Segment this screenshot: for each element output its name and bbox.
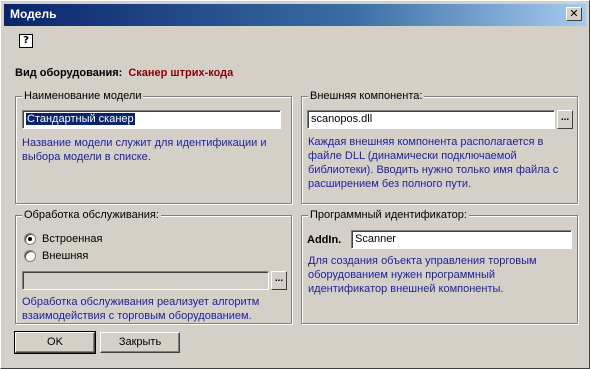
program-id-hint: Для создания объекта управления торговым… — [308, 255, 537, 295]
program-id-input[interactable]: Scanner — [351, 230, 572, 249]
external-component-input[interactable]: scanopos.dll — [307, 110, 555, 129]
program-id-legend: Программный идентификатор: — [308, 209, 469, 221]
radio-builtin-label: Встроенная — [42, 233, 103, 245]
processing-group: Обработка обслуживания: Встроенная Внешн… — [15, 209, 292, 324]
processing-hint: Обработка обслуживания реализует алгорит… — [22, 296, 260, 322]
model-name-input[interactable]: Стандартный сканер — [22, 110, 281, 129]
title-bar[interactable]: Модель ✕ — [4, 4, 586, 26]
external-component-value: scanopos.dll — [311, 113, 373, 125]
equipment-type: Вид оборудования: Сканер штрих-кода — [15, 67, 233, 79]
program-id-value: Scanner — [355, 233, 396, 245]
model-name-hint: Название модели служит для идентификации… — [22, 137, 267, 163]
close-icon[interactable]: ✕ — [566, 7, 582, 21]
radio-external[interactable]: Внешняя — [24, 250, 88, 262]
program-id-group: Программный идентификатор: AddIn. Scanne… — [301, 209, 578, 324]
window-title: Модель — [10, 7, 57, 21]
model-name-group: Наименование модели Стандартный сканер Н… — [15, 90, 292, 204]
model-name-value: Стандартный сканер — [26, 113, 135, 125]
radio-external-label: Внешняя — [42, 250, 89, 262]
processing-browse-button[interactable]: ... — [271, 271, 287, 290]
dialog-window: Модель ✕ ? Вид оборудования: Сканер штрих… — [0, 0, 590, 369]
radio-external-indicator[interactable] — [24, 250, 36, 262]
radio-builtin[interactable]: Встроенная — [24, 233, 102, 245]
external-component-legend: Внешняя компонента: — [308, 90, 425, 102]
model-name-legend: Наименование модели — [22, 90, 144, 102]
ok-button[interactable]: OK — [14, 331, 96, 354]
close-button[interactable]: Закрыть — [100, 332, 180, 353]
processing-legend: Обработка обслуживания: — [22, 209, 161, 221]
external-component-group: Внешняя компонента: scanopos.dll ... Каж… — [301, 90, 578, 204]
radio-builtin-indicator[interactable] — [24, 233, 36, 245]
equipment-type-label: Вид оборудования: — [15, 67, 123, 79]
help-icon[interactable]: ? — [19, 34, 33, 48]
equipment-type-value: Сканер штрих-кода — [128, 67, 234, 79]
external-component-browse-button[interactable]: ... — [557, 110, 573, 129]
processing-path-input[interactable] — [22, 271, 269, 290]
addin-prefix: AddIn. — [307, 234, 342, 246]
external-component-hint: Каждая внешняя компонента располагается … — [308, 136, 559, 190]
